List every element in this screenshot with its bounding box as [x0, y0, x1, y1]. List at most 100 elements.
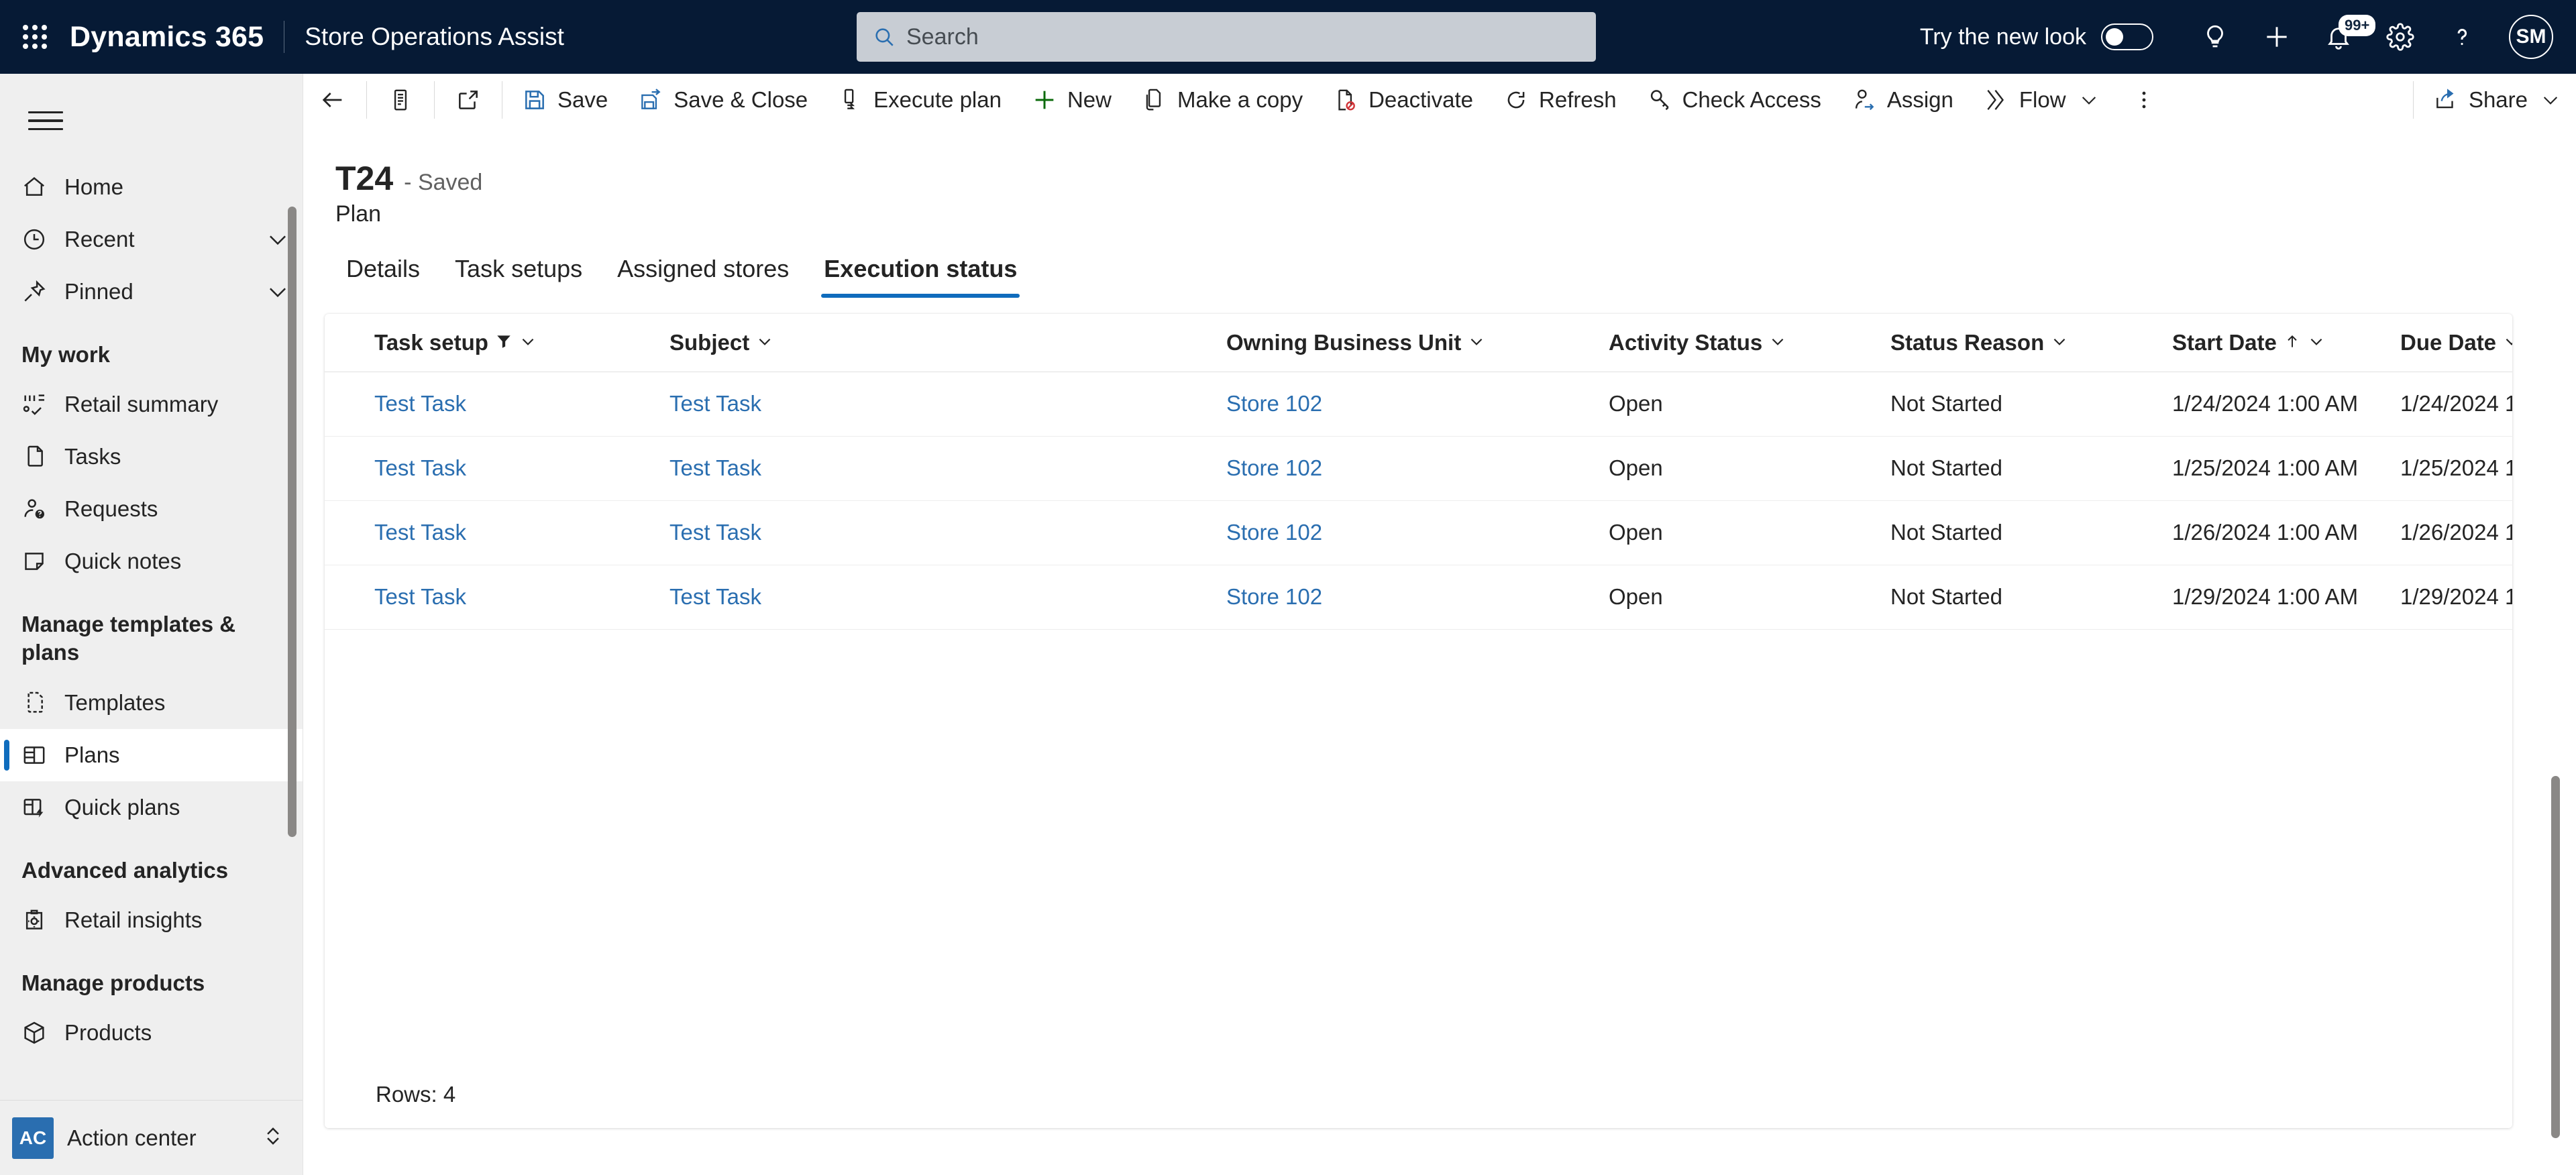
app-launcher-icon[interactable]: [17, 19, 52, 54]
menu-hamburger-icon[interactable]: [19, 94, 72, 148]
plus-new-icon[interactable]: [2246, 0, 2308, 74]
column-header-owning-business-unit[interactable]: Owning Business Unit: [1214, 314, 1597, 372]
sidebar-item-home[interactable]: Home: [0, 161, 303, 213]
execute-plan-button[interactable]: Execute plan: [822, 74, 1016, 126]
tab-details[interactable]: Details: [329, 248, 437, 298]
sidebar-item-retail-summary[interactable]: Retail summary: [0, 378, 303, 431]
cell-owning-business-unit[interactable]: Store 102: [1214, 500, 1597, 565]
row-select-cell[interactable]: [325, 500, 362, 565]
chevron-down-icon[interactable]: [265, 227, 290, 252]
help-question-icon[interactable]: [2431, 0, 2493, 74]
notifications-bell-icon[interactable]: 99+: [2308, 0, 2376, 74]
table-row[interactable]: Test Task Test Task Store 102 Open Not S…: [325, 436, 2512, 501]
business-unit-link[interactable]: Store 102: [1226, 584, 1322, 609]
sidebar-item-plans[interactable]: Plans: [0, 728, 303, 781]
column-header-task-setup[interactable]: Task setup: [362, 314, 657, 372]
column-header-subject[interactable]: Subject: [657, 314, 1214, 372]
chevron-down-icon[interactable]: [2308, 330, 2325, 355]
save-button[interactable]: Save: [506, 74, 623, 126]
subject-link[interactable]: Test Task: [669, 520, 761, 545]
new-button[interactable]: New: [1016, 74, 1126, 126]
sidebar-item-retail-insights[interactable]: Retail insights: [0, 894, 303, 946]
column-header-due-date[interactable]: Due Date: [2388, 314, 2512, 372]
chevron-down-icon[interactable]: [519, 330, 537, 355]
more-commands-button[interactable]: [2114, 74, 2174, 126]
column-header-start-date[interactable]: Start Date: [2160, 314, 2388, 372]
chevron-down-icon[interactable]: [1468, 330, 1485, 355]
form-selector-button[interactable]: [371, 74, 430, 126]
sidebar-scrollbar[interactable]: [288, 207, 297, 837]
chevron-up-down-icon[interactable]: [260, 1123, 286, 1152]
flow-button[interactable]: Flow: [1968, 74, 2114, 126]
save-and-close-button[interactable]: Save & Close: [623, 74, 822, 126]
task-setup-link[interactable]: Test Task: [374, 520, 466, 545]
select-all-header[interactable]: [325, 314, 362, 372]
cell-owning-business-unit[interactable]: Store 102: [1214, 436, 1597, 501]
tab-assigned-stores[interactable]: Assigned stores: [600, 248, 806, 298]
gear-icon[interactable]: [2369, 0, 2431, 74]
column-header-activity-status[interactable]: Activity Status: [1597, 314, 1878, 372]
chevron-down-icon[interactable]: [2078, 89, 2100, 111]
new-look-toggle[interactable]: [2101, 23, 2153, 50]
row-select-cell[interactable]: [325, 436, 362, 501]
row-select-cell[interactable]: [325, 565, 362, 630]
sidebar-item-requests[interactable]: Requests: [0, 483, 303, 535]
brand-title[interactable]: Dynamics 365: [70, 21, 284, 54]
chevron-down-icon[interactable]: [265, 279, 290, 304]
content-scrollbar[interactable]: [2551, 776, 2560, 1138]
sidebar-item-products[interactable]: Products: [0, 1007, 303, 1059]
popout-button[interactable]: [439, 74, 498, 126]
chevron-down-icon[interactable]: [2503, 330, 2512, 355]
task-setup-link[interactable]: Test Task: [374, 391, 466, 416]
cell-subject[interactable]: Test Task: [657, 372, 1214, 437]
deactivate-button[interactable]: Deactivate: [1318, 74, 1488, 126]
subject-link[interactable]: Test Task: [669, 584, 761, 609]
sidebar-item-tasks[interactable]: Tasks: [0, 431, 303, 483]
sidebar-item-quick-notes[interactable]: Quick notes: [0, 535, 303, 588]
filter-icon[interactable]: [495, 330, 513, 355]
tab-execution-status[interactable]: Execution status: [806, 248, 1034, 298]
make-a-copy-button[interactable]: Make a copy: [1126, 74, 1318, 126]
chevron-down-icon[interactable]: [756, 330, 773, 355]
business-unit-link[interactable]: Store 102: [1226, 391, 1322, 416]
cell-subject[interactable]: Test Task: [657, 500, 1214, 565]
task-setup-link[interactable]: Test Task: [374, 455, 466, 480]
back-button[interactable]: [303, 74, 362, 126]
subject-link[interactable]: Test Task: [669, 391, 761, 416]
user-avatar[interactable]: SM: [2509, 15, 2553, 59]
action-center-switcher[interactable]: AC Action center: [0, 1100, 303, 1175]
chevron-down-icon[interactable]: [2540, 89, 2561, 111]
sidebar-item-templates[interactable]: Templates: [0, 677, 303, 729]
table-row[interactable]: Test Task Test Task Store 102 Open Not S…: [325, 500, 2512, 565]
cell-task-setup[interactable]: Test Task: [362, 500, 657, 565]
cell-task-setup[interactable]: Test Task: [362, 436, 657, 501]
cell-owning-business-unit[interactable]: Store 102: [1214, 565, 1597, 630]
cell-subject[interactable]: Test Task: [657, 565, 1214, 630]
business-unit-link[interactable]: Store 102: [1226, 520, 1322, 545]
sidebar-item-recent[interactable]: Recent: [0, 213, 303, 266]
assign-button[interactable]: Assign: [1836, 74, 1968, 126]
business-unit-link[interactable]: Store 102: [1226, 455, 1322, 480]
tab-task-setups[interactable]: Task setups: [437, 248, 600, 298]
column-header-status-reason[interactable]: Status Reason: [1878, 314, 2160, 372]
cell-task-setup[interactable]: Test Task: [362, 372, 657, 437]
chevron-down-icon[interactable]: [2051, 330, 2068, 355]
sidebar-item-quick-plans[interactable]: Quick plans: [0, 781, 303, 834]
check-access-button[interactable]: Check Access: [1631, 74, 1836, 126]
app-name[interactable]: Store Operations Assist: [284, 23, 564, 51]
chevron-down-icon[interactable]: [1769, 330, 1786, 355]
share-button[interactable]: Share: [2418, 74, 2576, 126]
task-setup-link[interactable]: Test Task: [374, 584, 466, 609]
cell-owning-business-unit[interactable]: Store 102: [1214, 372, 1597, 437]
sort-ascending-icon[interactable]: [2284, 330, 2301, 355]
search-input[interactable]: Search: [857, 12, 1596, 62]
cell-task-setup[interactable]: Test Task: [362, 565, 657, 630]
sidebar-item-pinned[interactable]: Pinned: [0, 266, 303, 318]
table-row[interactable]: Test Task Test Task Store 102 Open Not S…: [325, 565, 2512, 630]
lightbulb-icon[interactable]: [2184, 0, 2246, 74]
refresh-button[interactable]: Refresh: [1488, 74, 1631, 126]
cell-subject[interactable]: Test Task: [657, 436, 1214, 501]
row-select-cell[interactable]: [325, 372, 362, 437]
table-row[interactable]: Test Task Test Task Store 102 Open Not S…: [325, 372, 2512, 437]
subject-link[interactable]: Test Task: [669, 455, 761, 480]
